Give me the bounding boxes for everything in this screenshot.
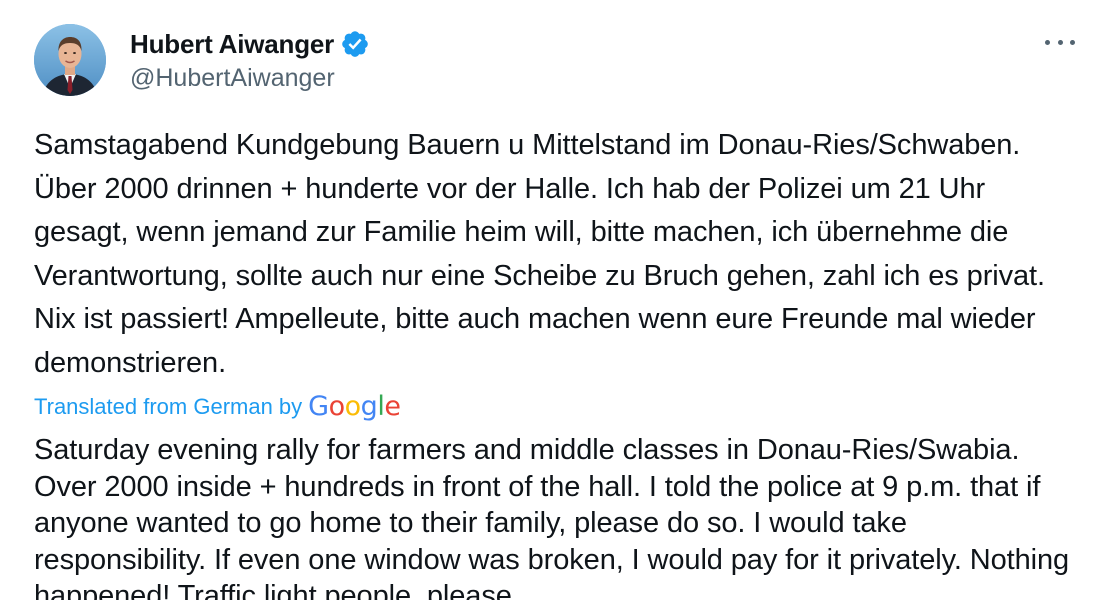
tweet-translated-text: Saturday evening rally for farmers and m… <box>34 434 1070 600</box>
verified-badge-icon[interactable] <box>340 29 370 59</box>
person-photo-avatar-icon <box>34 24 106 96</box>
avatar[interactable] <box>34 24 106 96</box>
display-name[interactable]: Hubert Aiwanger <box>130 29 334 60</box>
translation-attribution: Translated from German by Google <box>34 390 401 424</box>
tweet-header: Hubert Aiwanger @HubertAiwanger <box>34 24 1075 98</box>
more-options-button[interactable] <box>1045 32 1075 52</box>
translated-from-label[interactable]: Translated from German by <box>34 394 302 420</box>
more-horizontal-icon <box>1070 39 1075 45</box>
more-horizontal-icon <box>1057 39 1063 45</box>
google-logo: Google <box>308 391 401 422</box>
display-name-row: Hubert Aiwanger <box>130 26 370 62</box>
tweet-card: Hubert Aiwanger @HubertAiwanger Samstaga… <box>0 0 1109 600</box>
author-names: Hubert Aiwanger @HubertAiwanger <box>130 26 370 93</box>
author-handle[interactable]: @HubertAiwanger <box>130 64 370 93</box>
tweet-original-text: Samstagabend Kundgebung Bauern u Mittels… <box>34 129 1045 379</box>
more-horizontal-icon <box>1045 39 1050 45</box>
